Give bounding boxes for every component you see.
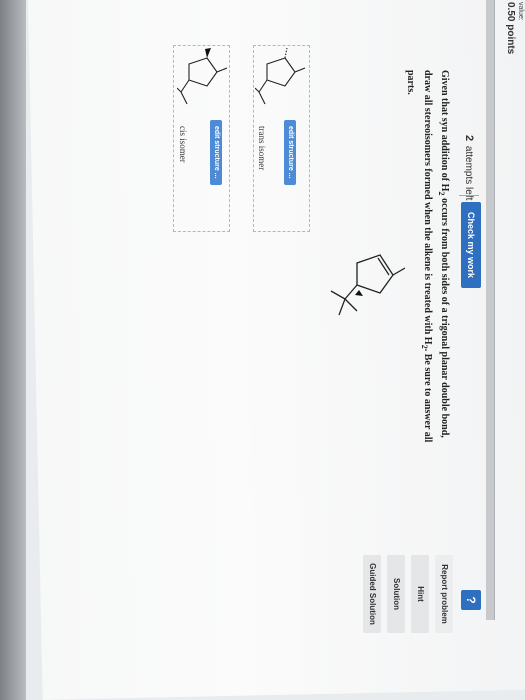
report-problem-button[interactable]: Report problem xyxy=(435,555,453,633)
trans-cyclopentane-structure xyxy=(255,48,305,105)
question-text: Given that syn addition of H2 occurs fro… xyxy=(403,70,451,450)
attempts-count: 2 xyxy=(463,135,475,142)
wedge-bond-icon xyxy=(205,48,211,58)
solution-button[interactable]: Solution xyxy=(387,555,405,633)
side-links: Report problem Hint Solution Guided Solu… xyxy=(357,555,453,633)
check-my-work-button[interactable]: Check my work xyxy=(461,202,481,289)
toolbar-divider xyxy=(459,195,479,196)
screen-edge xyxy=(0,0,26,700)
alkene-structure xyxy=(330,254,405,316)
stereo-arrow-icon xyxy=(355,290,363,296)
edit-structure-trans-button[interactable]: edit structure ... xyxy=(284,120,296,185)
question-page: value: 0.50 points 2 attempts left Check… xyxy=(35,0,525,700)
trans-isomer-label: trans isomer xyxy=(257,126,267,171)
points-value: 0.50 points xyxy=(505,2,516,55)
points-header: value: 0.50 points xyxy=(495,0,525,700)
cis-isomer-label: cis isomer xyxy=(178,126,188,163)
value-label: value: xyxy=(517,2,524,21)
header-bar xyxy=(486,0,495,620)
guided-solution-button[interactable]: Guided Solution xyxy=(363,555,381,633)
edit-structure-cis-button[interactable]: edit structure ... xyxy=(210,120,222,185)
hint-button[interactable]: Hint xyxy=(411,555,429,633)
cis-cyclopentane-structure xyxy=(177,48,227,105)
attempts-left: 2 attempts left xyxy=(463,135,475,200)
question-toolbar: 2 attempts left Check my work ? xyxy=(445,0,485,620)
question-text-part1: Given that syn addition of H xyxy=(439,70,450,192)
help-icon[interactable]: ? xyxy=(461,590,481,610)
attempts-label: attempts left xyxy=(463,145,474,201)
